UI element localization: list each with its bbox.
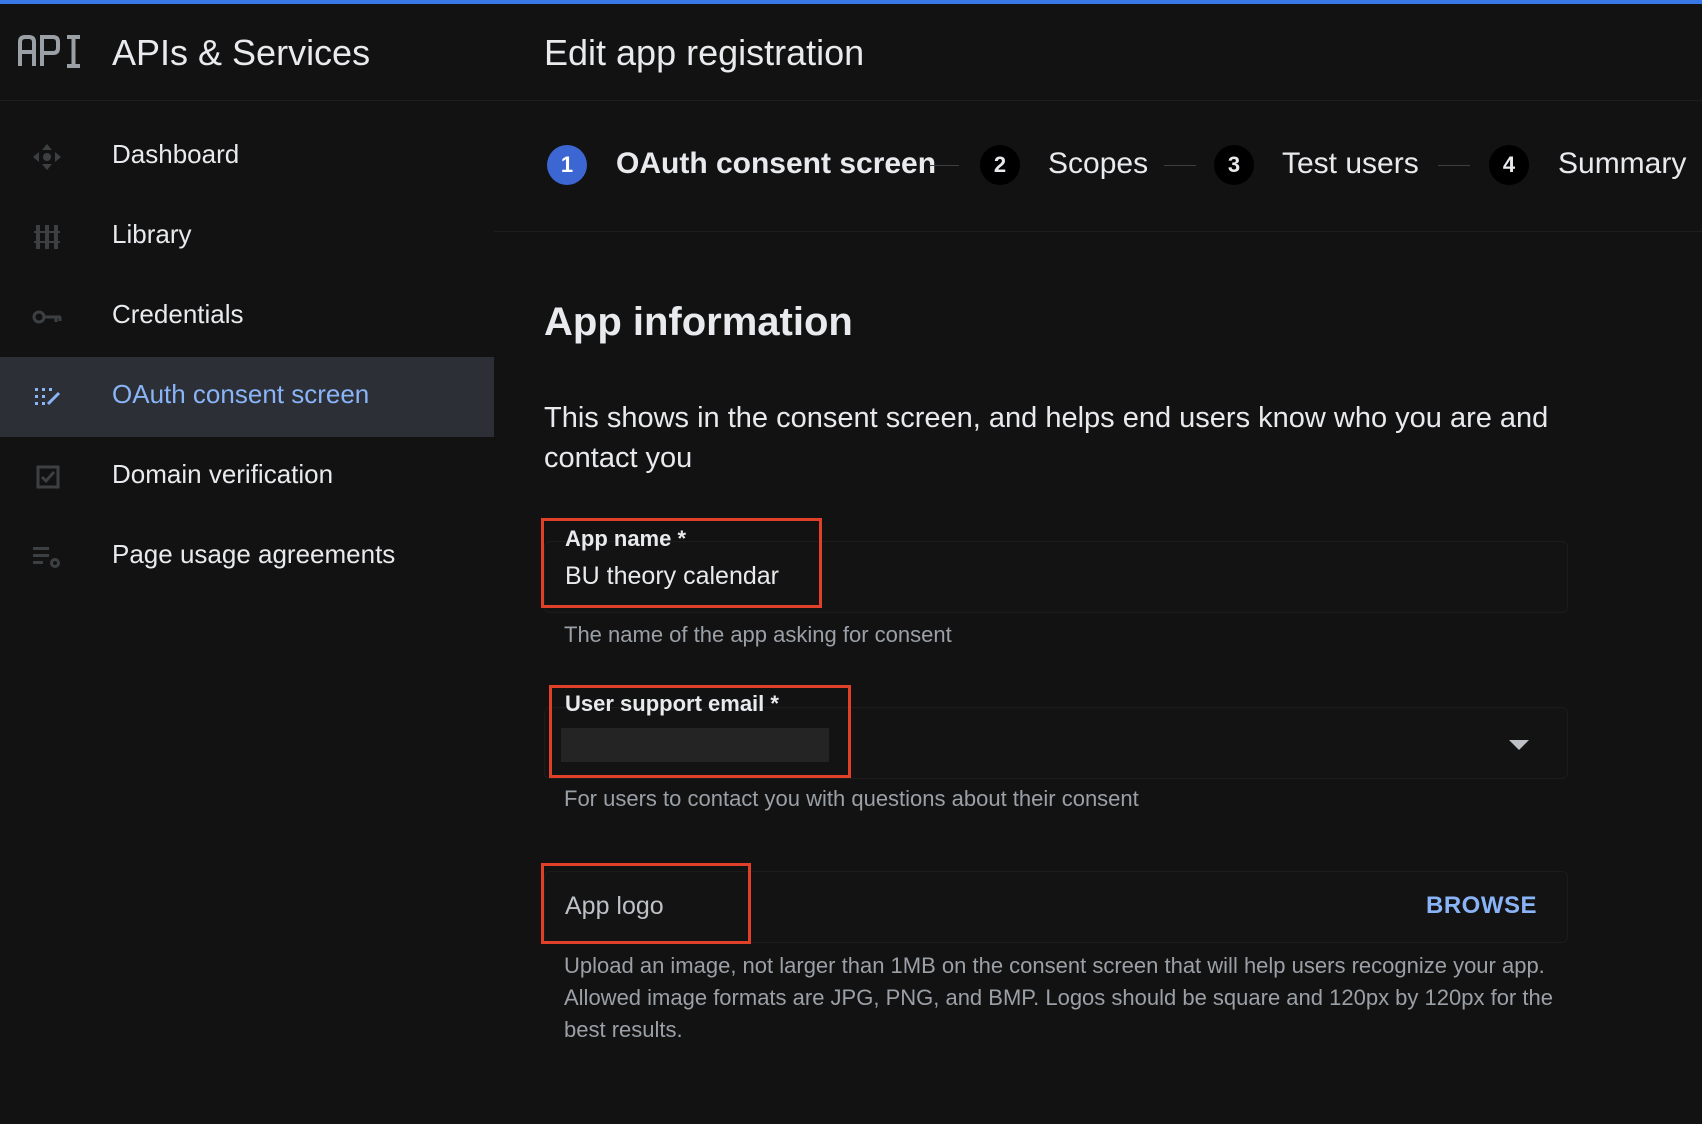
sidebar-item-label: Domain verification: [112, 459, 334, 489]
sidebar-item-page-usage-agreements[interactable]: Page usage agreements: [0, 517, 494, 597]
checkbox-icon: [36, 465, 60, 489]
sidebar-item-label: Credentials: [112, 299, 244, 329]
step-1-label[interactable]: OAuth consent screen: [616, 147, 936, 181]
sidebar-item-library[interactable]: Library: [0, 197, 494, 277]
support-email-helper: For users to contact you with questions …: [564, 786, 1139, 811]
sidebar-item-label: Dashboard: [112, 139, 240, 169]
highlight-box: [541, 518, 822, 608]
step-connector: [1164, 165, 1196, 166]
library-icon: [34, 225, 60, 249]
sidebar-item-oauth-consent-screen[interactable]: OAuth consent screen: [0, 357, 494, 437]
consent-icon: [35, 388, 61, 406]
step-3-label[interactable]: Test users: [1282, 147, 1419, 181]
sidebar-nav: Dashboard Library Credentials OAuth cons…: [0, 101, 494, 1124]
product-title: APIs & Services: [112, 32, 371, 73]
page-title: Edit app registration: [544, 32, 865, 73]
step-4-label[interactable]: Summary: [1558, 147, 1686, 181]
step-2-number[interactable]: 2: [980, 145, 1020, 185]
main-header: Edit app registration: [494, 4, 1702, 101]
stepper: 1 OAuth consent screen 2 Scopes 3 Test u…: [494, 101, 1702, 232]
step-4-number[interactable]: 4: [1489, 145, 1529, 185]
step-2-label[interactable]: Scopes: [1048, 147, 1148, 181]
step-1-number[interactable]: 1: [547, 145, 587, 185]
sidebar-item-label: Page usage agreements: [112, 539, 396, 569]
highlight-box: [541, 863, 751, 944]
section-title: App information: [544, 300, 853, 344]
browse-button[interactable]: BROWSE: [1426, 892, 1537, 920]
api-logo-icon: [18, 35, 80, 68]
sidebar-item-label: OAuth consent screen: [112, 379, 370, 409]
product-header: APIs & Services: [0, 4, 494, 101]
app-logo-helper: Upload an image, not larger than 1MB on …: [564, 953, 1553, 1042]
sidebar-item-dashboard[interactable]: Dashboard: [0, 117, 494, 197]
sidebar-item-credentials[interactable]: Credentials: [0, 277, 494, 357]
dashboard-icon: [33, 144, 61, 170]
dropdown-arrow-icon[interactable]: [1509, 740, 1529, 750]
app-name-helper: The name of the app asking for consent: [564, 622, 952, 647]
step-connector: [929, 165, 959, 166]
key-icon: [32, 310, 62, 324]
sidebar-item-domain-verification[interactable]: Domain verification: [0, 437, 494, 517]
section-description: This shows in the consent screen, and he…: [544, 402, 1549, 474]
step-3-number[interactable]: 3: [1214, 145, 1254, 185]
settings-list-icon: [33, 547, 60, 568]
step-connector: [1438, 165, 1470, 166]
sidebar-item-label: Library: [112, 219, 192, 249]
highlight-box: [549, 685, 851, 778]
